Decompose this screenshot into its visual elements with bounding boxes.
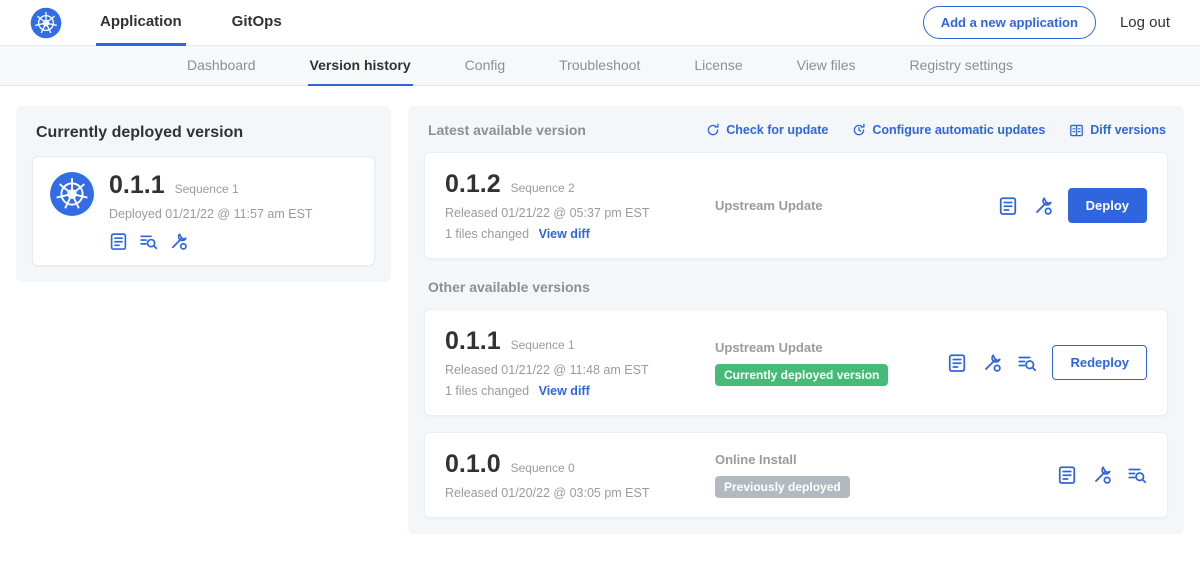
version-actions [1047,465,1147,485]
version-number: 0.1.0 [445,450,501,479]
subnav-tab-troubleshoot[interactable]: Troubleshoot [557,46,642,86]
logout-button[interactable]: Log out [1120,14,1170,31]
subnav-tab-registry-settings[interactable]: Registry settings [908,46,1015,86]
version-actions: Deploy [988,188,1147,223]
version-sequence: Sequence 2 [511,181,575,195]
version-source: Upstream Update [707,198,988,213]
schedule-icon [852,123,866,137]
diff-icon[interactable] [1017,353,1037,373]
version-sequence: Sequence 0 [511,461,575,475]
release-notes-icon[interactable] [109,232,128,251]
available-panel-actions: Check for update Configure automatic upd… [706,123,1166,138]
app-icon [49,171,95,217]
diff-versions-label: Diff versions [1090,123,1166,137]
files-changed-label: 1 files changed [445,227,529,241]
version-sequence: Sequence 1 [511,338,575,352]
view-diff-link[interactable]: View diff [539,384,590,398]
app-subnav: Dashboard Version history Config Trouble… [0,46,1200,86]
release-notes-icon[interactable] [1057,465,1077,485]
diff-versions-button[interactable]: Diff versions [1069,123,1166,138]
subnav-tab-version-history[interactable]: Version history [308,46,413,86]
diff-table-icon [1069,123,1084,138]
config-icon[interactable] [1033,196,1053,216]
source-label: Upstream Update [715,340,937,355]
currently-deployed-panel: Currently deployed version 0.1.1 Sequenc… [16,106,391,282]
diff-icon[interactable] [1127,465,1147,485]
config-icon[interactable] [982,353,1002,373]
deployed-timestamp: Deployed 01/21/22 @ 11:57 am EST [109,207,313,221]
deployed-version-number: 0.1.1 [109,171,165,200]
add-application-button[interactable]: Add a new application [923,6,1096,39]
app-tabs: Application GitOps [96,0,328,46]
subnav-tab-view-files[interactable]: View files [795,46,858,86]
version-number: 0.1.2 [445,170,501,199]
configure-updates-button[interactable]: Configure automatic updates [852,123,1045,137]
version-source: Online Install Previously deployed [707,452,1047,498]
available-versions-panel: Latest available version Check for updat… [408,106,1184,534]
version-history-page: Currently deployed version 0.1.1 Sequenc… [0,86,1200,554]
subnav-tab-license[interactable]: License [692,46,744,86]
released-timestamp: Released 01/20/22 @ 03:05 pm EST [445,486,707,500]
diff-icon[interactable] [139,232,158,251]
version-info: 0.1.0 Sequence 0 Released 01/20/22 @ 03:… [445,450,707,500]
version-actions: Redeploy [937,345,1147,380]
deployed-version-info: 0.1.1 Sequence 1 Deployed 01/21/22 @ 11:… [109,171,313,251]
subnav-tab-dashboard[interactable]: Dashboard [185,46,258,86]
header-actions: Add a new application Log out [923,6,1170,39]
version-number: 0.1.1 [445,327,501,356]
source-label: Online Install [715,452,1047,467]
release-notes-icon[interactable] [947,353,967,373]
files-changed-label: 1 files changed [445,384,529,398]
refresh-icon [706,123,720,137]
config-icon[interactable] [169,232,188,251]
top-header: Application GitOps Add a new application… [0,0,1200,46]
version-source: Upstream Update Currently deployed versi… [707,340,937,386]
kubernetes-logo [30,7,62,39]
available-panel-header: Latest available version Check for updat… [428,122,1166,138]
version-row-0-1-0: 0.1.0 Sequence 0 Released 01/20/22 @ 03:… [424,432,1168,518]
tab-application[interactable]: Application [96,0,186,46]
deployed-version-card: 0.1.1 Sequence 1 Deployed 01/21/22 @ 11:… [32,156,375,266]
other-versions-title: Other available versions [428,279,1166,295]
redeploy-button[interactable]: Redeploy [1052,345,1147,380]
version-info: 0.1.2 Sequence 2 Released 01/21/22 @ 05:… [445,170,707,241]
released-timestamp: Released 01/21/22 @ 11:48 am EST [445,363,707,377]
currently-deployed-badge: Currently deployed version [715,364,888,386]
version-info: 0.1.1 Sequence 1 Released 01/21/22 @ 11:… [445,327,707,398]
kubernetes-logo-icon [30,7,62,39]
deployed-panel-title: Currently deployed version [36,124,375,142]
configure-updates-label: Configure automatic updates [872,123,1045,137]
version-row-0-1-1: 0.1.1 Sequence 1 Released 01/21/22 @ 11:… [424,309,1168,416]
latest-version-title: Latest available version [428,122,586,138]
release-notes-icon[interactable] [998,196,1018,216]
config-icon[interactable] [1092,465,1112,485]
check-for-update-button[interactable]: Check for update [706,123,828,137]
deployed-sequence: Sequence 1 [175,182,239,196]
tab-gitops[interactable]: GitOps [228,0,286,46]
view-diff-link[interactable]: View diff [539,227,590,241]
subnav-tab-config[interactable]: Config [463,46,507,86]
source-label: Upstream Update [715,198,988,213]
deploy-button[interactable]: Deploy [1068,188,1147,223]
check-for-update-label: Check for update [726,123,828,137]
previously-deployed-badge: Previously deployed [715,476,850,498]
released-timestamp: Released 01/21/22 @ 05:37 pm EST [445,206,707,220]
version-row-0-1-2: 0.1.2 Sequence 2 Released 01/21/22 @ 05:… [424,152,1168,259]
